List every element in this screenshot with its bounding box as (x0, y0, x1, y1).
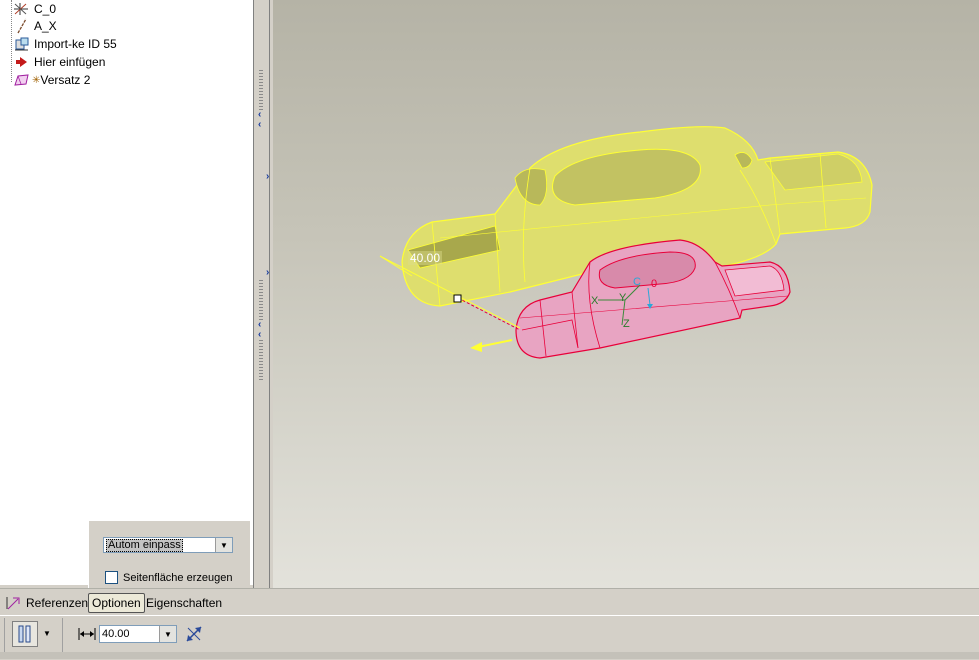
splitter-grip[interactable] (259, 340, 263, 380)
tab-properties-label: Eigenschaften (146, 596, 223, 610)
chevron-down-icon[interactable]: ▼ (43, 629, 51, 638)
offset-feature-icon (14, 74, 29, 86)
graphics-viewport[interactable]: 40.00 X Y Z C 0 (273, 0, 979, 588)
offset-type-button[interactable] (12, 621, 38, 647)
axis-x-label: X (591, 295, 599, 307)
tree-item-offset[interactable]: ✳ Versatz 2 (12, 71, 90, 89)
tab-references-label: Referenzen (26, 596, 89, 610)
chevron-down-icon[interactable]: ▼ (159, 626, 176, 642)
collapse-left-icon[interactable]: ‹ (258, 330, 261, 340)
tab-options-label: Optionen (92, 596, 141, 610)
tab-options[interactable]: Optionen (88, 593, 145, 613)
splitter-edge (269, 0, 270, 588)
axis-y-label: Y (619, 292, 627, 304)
method-select[interactable]: Autom einpass ▼ (103, 537, 233, 553)
collapse-left-icon[interactable]: ‹ (258, 120, 261, 130)
model-tree: C_0 A_X Import-ke ID 55 Hier einfügen ✳ … (0, 0, 253, 585)
tree-item-label: C_0 (34, 2, 57, 16)
tree-item-c0[interactable]: C_0 (12, 0, 56, 18)
expand-right-icon[interactable]: › (266, 172, 269, 182)
side-surface-checkbox[interactable] (105, 571, 118, 584)
side-surface-label: Seitenfläche erzeugen (123, 571, 233, 584)
import-feature-icon (15, 37, 29, 51)
expand-right-icon[interactable]: › (266, 268, 269, 278)
panel-splitter[interactable]: ‹ ‹ › › ‹ ‹ (253, 0, 273, 588)
splitter-grip[interactable] (259, 70, 263, 110)
options-panel: Autom einpass ▼ Seitenfläche erzeugen (88, 520, 250, 589)
tree-item-import[interactable]: Import-ke ID 55 (12, 35, 117, 53)
tree-item-label: Hier einfügen (34, 55, 106, 69)
tree-item-label: A_X (34, 19, 57, 33)
tree-item-insert-here[interactable]: Hier einfügen (12, 53, 105, 71)
coordinate-system-icon (14, 3, 28, 15)
direction-arrow-icon[interactable] (470, 342, 482, 352)
status-strip (0, 652, 979, 659)
axis-z-label: Z (623, 318, 630, 330)
offset-distance-input[interactable]: 40.00 ▼ (99, 625, 177, 643)
chevron-down-icon[interactable]: ▼ (215, 538, 232, 552)
tree-item-label: Versatz 2 (40, 73, 91, 87)
axis-icon (17, 18, 27, 34)
offset-distance-value: 40.00 (102, 628, 130, 640)
tab-references[interactable]: Referenzen (2, 593, 91, 613)
toolbar-separator (62, 618, 63, 654)
insert-here-arrow-icon (16, 57, 27, 67)
flip-direction-icon[interactable] (184, 624, 204, 644)
distance-icon (78, 628, 96, 640)
dimension-label[interactable]: 40.00 (408, 251, 443, 265)
method-select-value: Autom einpass (106, 539, 183, 552)
splitter-grip[interactable] (259, 280, 263, 320)
csys-origin-label: 0 (651, 278, 658, 290)
new-feature-star-icon: ✳ (32, 74, 41, 86)
dashboard-tabs: Referenzen Optionen Eigenschaften (0, 588, 979, 616)
references-icon (6, 597, 20, 610)
tree-item-label: Import-ke ID 55 (34, 37, 117, 51)
drag-handle[interactable] (453, 294, 462, 303)
csys-c-label: C (633, 276, 641, 288)
offset-type-icon (18, 625, 31, 643)
tree-item-ax[interactable]: A_X (12, 17, 57, 35)
side-surface-option[interactable]: Seitenfläche erzeugen (105, 571, 232, 584)
splitter-edge (253, 0, 254, 588)
tab-properties[interactable]: Eigenschaften (143, 593, 225, 613)
toolbar-separator (4, 618, 5, 654)
